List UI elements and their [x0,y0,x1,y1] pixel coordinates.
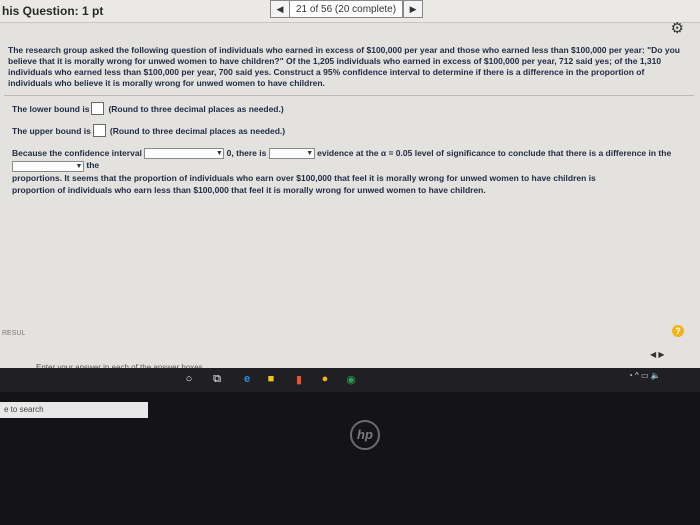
divider [4,95,694,96]
evidence-text: evidence at the α = 0.05 level of signif… [317,148,672,158]
system-tray[interactable]: ◔ ^ ▭ 🔈 [628,371,661,380]
prev-question-button[interactable]: ◀ [270,0,290,18]
edge-icon[interactable]: e [240,372,254,386]
lower-bound-input[interactable] [91,102,105,115]
the-text: the [86,160,100,171]
lower-bound-label: The lower bound is [12,103,90,114]
comparison-dropdown[interactable]: ▼ [12,160,84,172]
dropdown-arrow-icon: ▼ [75,162,83,170]
zero-there-is-text: 0, there is [226,148,267,158]
lower-bound-row: The lower bound is (Round to three decim… [12,102,694,115]
question-prompt: The research group asked the following q… [8,45,680,88]
chrome-icon[interactable]: ◉ [344,372,358,386]
settings-icon[interactable]: ● [318,372,332,386]
lower-bound-hint: (Round to three decimal places as needed… [108,103,284,114]
question-content: The research group asked the following q… [4,45,694,196]
upper-bound-row: The upper bound is (Round to three decim… [12,124,694,137]
because-text: Because the confidence interval [12,148,142,158]
page-nav-arrows[interactable]: ◀ ▶ [650,350,665,359]
dropdown-arrow-icon: ▼ [215,150,223,158]
question-header: his Question: 1 pt ◀ 21 of 56 (20 comple… [0,0,700,23]
question-points-label: his Question: 1 pt [2,4,104,18]
question-navigator: ◀ 21 of 56 (20 complete) ▶ [270,0,440,18]
office-icon[interactable]: ▮ [292,372,306,386]
next-question-button[interactable]: ▶ [403,0,424,18]
results-label: RESUL [2,330,26,337]
evidence-dropdown[interactable]: ▼ [268,148,315,160]
browser-screen: his Question: 1 pt ◀ 21 of 56 (20 comple… [0,0,700,392]
conclusion-paragraph: Because the confidence interval ▼ 0, the… [12,147,682,196]
proportions-text: proportions. It seems that the proportio… [12,172,596,183]
upper-bound-label: The upper bound is [12,125,91,136]
upper-bound-input[interactable] [92,124,106,137]
gear-icon[interactable]: ⚙ [671,19,684,37]
file-explorer-icon[interactable]: ■ [264,372,278,386]
task-view-icon[interactable]: ⧉ [210,372,224,386]
cortana-icon[interactable]: ○ [182,372,196,386]
hp-logo: hp [350,420,380,450]
interval-contains-dropdown[interactable]: ▼ [144,148,225,160]
help-icon[interactable]: ? [672,325,684,337]
question-progress[interactable]: 21 of 56 (20 complete) [290,0,404,18]
taskbar-search[interactable]: e to search [0,402,148,418]
dropdown-arrow-icon: ▼ [306,150,314,158]
upper-bound-hint: (Round to three decimal places as needed… [109,125,286,136]
proportion-end-text: proportion of individuals who earn less … [12,184,486,195]
